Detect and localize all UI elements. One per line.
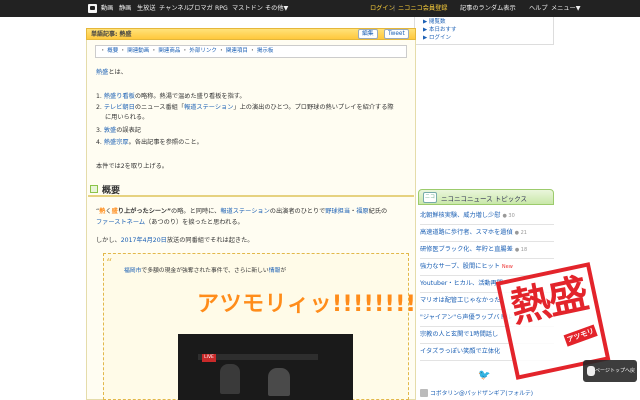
video-anchor-figure — [220, 364, 240, 394]
edit-button[interactable]: 編集 — [358, 29, 378, 39]
page-top-button[interactable]: ページトップへ戻る — [583, 360, 637, 396]
twitter-user-name[interactable]: コボタリン@パッドザンギア(フォルテ) — [418, 388, 554, 400]
video-anchor-figure-2 — [268, 368, 290, 396]
topbar-separator: | — [393, 5, 396, 12]
random-article-link[interactable]: 記事のランダム表示 — [460, 0, 516, 17]
tweet-button[interactable]: Tweet — [384, 29, 409, 39]
definition-item-2: 2. テレビ朝日のニュース番組「報道ステーション」上の演出のひとつ。プロ野球の熱… — [96, 104, 394, 111]
right-sidebar-panel: ▶ 閲覧数 ▶ 本日おすす ▶ ログイン — [414, 17, 554, 45]
twitter-bird-icon[interactable]: 🐦 — [478, 371, 492, 381]
nav-live[interactable]: 生放送 — [137, 0, 156, 17]
definition-item-4: 4. 熱盛宗厚。各出記事を参照のこと。 — [96, 139, 203, 146]
subnav-external-links[interactable]: 外部リンク — [189, 48, 217, 54]
login-link[interactable]: ログイン — [370, 0, 395, 17]
register-link[interactable]: ニコニコ会員登録 — [398, 0, 448, 17]
subnav-products[interactable]: 関連商品 — [158, 48, 180, 54]
section-marker-icon — [90, 185, 98, 193]
nav-douga[interactable]: 動画 — [101, 0, 113, 17]
news-item[interactable]: 高速道路に歩行者、スマホを遺偵 ● 21 — [420, 225, 554, 242]
quote-text: 福岡市で多額の現金が強奪された事件で、さらに新しい情報が — [124, 268, 287, 274]
subnav-summary[interactable]: 概要 — [107, 48, 118, 54]
summary-paragraph-line-3: しかし、2017年4月20日放送の同番組でそれは起きた。 — [96, 237, 254, 244]
subnav-related[interactable]: 関連項目 — [226, 48, 248, 54]
stamp-big-text: 熱盛 — [506, 270, 591, 332]
definition-item-3: 3. 敦盛の誤表記 — [96, 127, 141, 134]
intro-line: 熱盛とは、 — [96, 69, 127, 76]
main-menu-link[interactable]: メニュー▼ — [551, 0, 581, 17]
subnav-bbs[interactable]: 掲示板 — [257, 48, 274, 54]
stamp-small-text: アツモリ — [563, 324, 598, 347]
definition-item-2-continuation: に用いられる。 — [105, 114, 149, 121]
summary-paragraph-line-1: “熱く盛り上がったシーン”の略。と同時に、報道ステーションの出演者のひとりで野球… — [96, 208, 388, 215]
tv-logo: LIVE — [202, 354, 216, 362]
top-navigation-bar: 動画 静画 生放送 チャンネル ブロマガ RPG マストドン その他▼ ログイン… — [0, 0, 640, 17]
scope-note: 本件では2を取り上げる。 — [96, 163, 168, 170]
quote-mark-icon: “ — [106, 256, 113, 270]
nav-other-menu[interactable]: その他▼ — [265, 0, 288, 17]
news-item[interactable]: 北朝鮮核実験、威力増し少慰 ● 30 — [420, 208, 554, 225]
sidebar-link-recommend[interactable]: ▶ 本日おすす — [423, 25, 456, 33]
news-topics-header: ニコ ニコニコニュース トピックス — [418, 189, 554, 205]
nav-rpg[interactable]: RPG — [215, 0, 228, 17]
nav-seiga[interactable]: 静画 — [119, 0, 131, 17]
summary-paragraph-line-2: ファーストネーム（あつのり）を捩ったと思われる。 — [96, 219, 244, 226]
niconico-logo-icon[interactable] — [88, 4, 97, 13]
nico-news-icon: ニコ — [423, 192, 437, 203]
section-heading-summary: 概要 — [88, 182, 414, 197]
nav-blomaga[interactable]: ブロマガ — [188, 0, 213, 17]
embedded-video[interactable]: LIVE — [178, 334, 353, 400]
news-item[interactable]: 研修医ブラック化、年貯と直腸差 ● 18 — [420, 242, 554, 259]
help-link[interactable]: ヘルプ — [529, 0, 548, 17]
nav-mastodon[interactable]: マストドン — [232, 0, 263, 17]
nav-channel[interactable]: チャンネル — [159, 0, 190, 17]
video-ticker — [198, 354, 318, 360]
article-subnav: ・ 概要 ・ 関連動画 ・ 関連商品 ・ 外部リンク ・ 関連項目 ・ 掲示板 — [95, 45, 407, 58]
definition-item-1: 1. 熱盛り看板の略称。熱湯で温めた盛り看板を指す。 — [96, 93, 246, 100]
atsumori-caption: アツモリィッ!!!!!!!!! — [197, 292, 427, 317]
article-category: 単語記事: 熱盛 — [91, 31, 132, 38]
sidebar-link-login[interactable]: ▶ ログイン — [423, 33, 451, 41]
intro-term-link[interactable]: 熱盛 — [96, 69, 108, 76]
sidebar-link-views[interactable]: ▶ 閲覧数 — [423, 17, 445, 25]
subnav-videos[interactable]: 関連動画 — [127, 48, 149, 54]
